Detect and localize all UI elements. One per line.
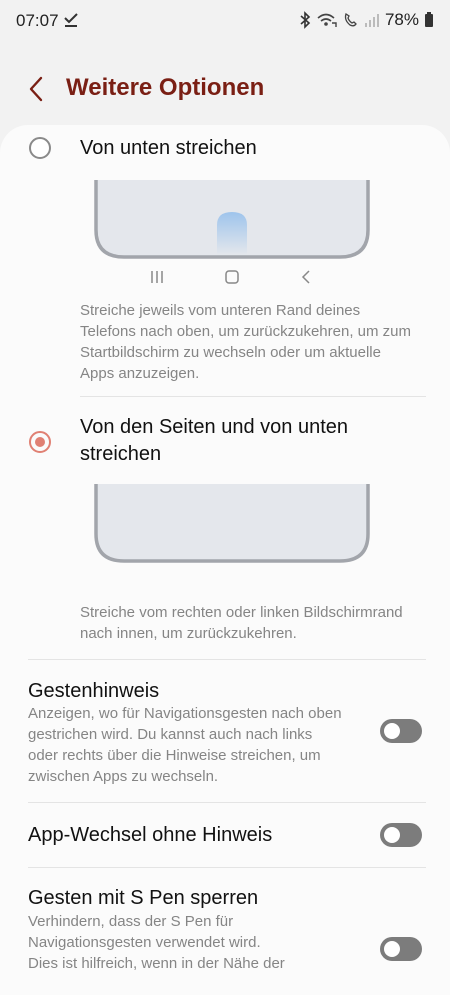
app-switch-toggle[interactable]	[380, 823, 422, 847]
side-swipe-illustration	[94, 484, 370, 563]
bluetooth-icon	[300, 11, 311, 29]
divider	[28, 802, 426, 803]
home-icon	[225, 270, 239, 284]
back-nav-icon	[301, 270, 310, 284]
option-description: Streiche jeweils vom unteren Rand deines…	[80, 302, 412, 382]
divider	[28, 659, 426, 660]
status-time: 07:07	[16, 11, 59, 30]
setting-title: Gesten mit S Pen sperren	[28, 887, 259, 909]
navbar-buttons-illustration	[151, 270, 310, 284]
setting-title: App-Wechsel ohne Hinweis	[28, 824, 273, 846]
signal-icon	[364, 14, 379, 27]
wifi-call-icon	[317, 13, 337, 27]
radio-swipe-from-bottom[interactable]	[29, 137, 51, 159]
volte-call-icon	[344, 12, 357, 27]
divider	[28, 867, 426, 868]
battery-percent: 78%	[384, 10, 419, 29]
option-title: Von unten streichen	[80, 137, 257, 159]
status-bar: 07:07 78%	[0, 0, 450, 44]
status-icons: 78%	[299, 10, 434, 30]
gesture-hint-toggle[interactable]	[380, 719, 422, 743]
spen-gestures-toggle[interactable]	[380, 937, 422, 961]
page-title: Weitere Optionen	[66, 74, 265, 101]
header: Weitere Optionen	[0, 60, 450, 118]
battery-icon	[425, 12, 433, 27]
bottom-swipe-illustration	[94, 180, 370, 259]
option-title: Von den Seiten und von unten streichen	[80, 416, 349, 465]
setting-description: Anzeigen, wo für Navigationsgesten nach …	[28, 705, 342, 785]
radio-swipe-from-sides[interactable]	[29, 431, 51, 453]
recent-apps-icon	[151, 271, 163, 283]
checkmark-icon	[64, 13, 78, 27]
back-button[interactable]	[22, 74, 52, 104]
divider	[80, 396, 426, 397]
option-description: Streiche vom rechten oder linken Bildsch…	[80, 604, 403, 642]
setting-description: Verhindern, dass der S Pen für Navigatio…	[28, 913, 285, 972]
setting-title: Gestenhinweis	[28, 680, 160, 702]
